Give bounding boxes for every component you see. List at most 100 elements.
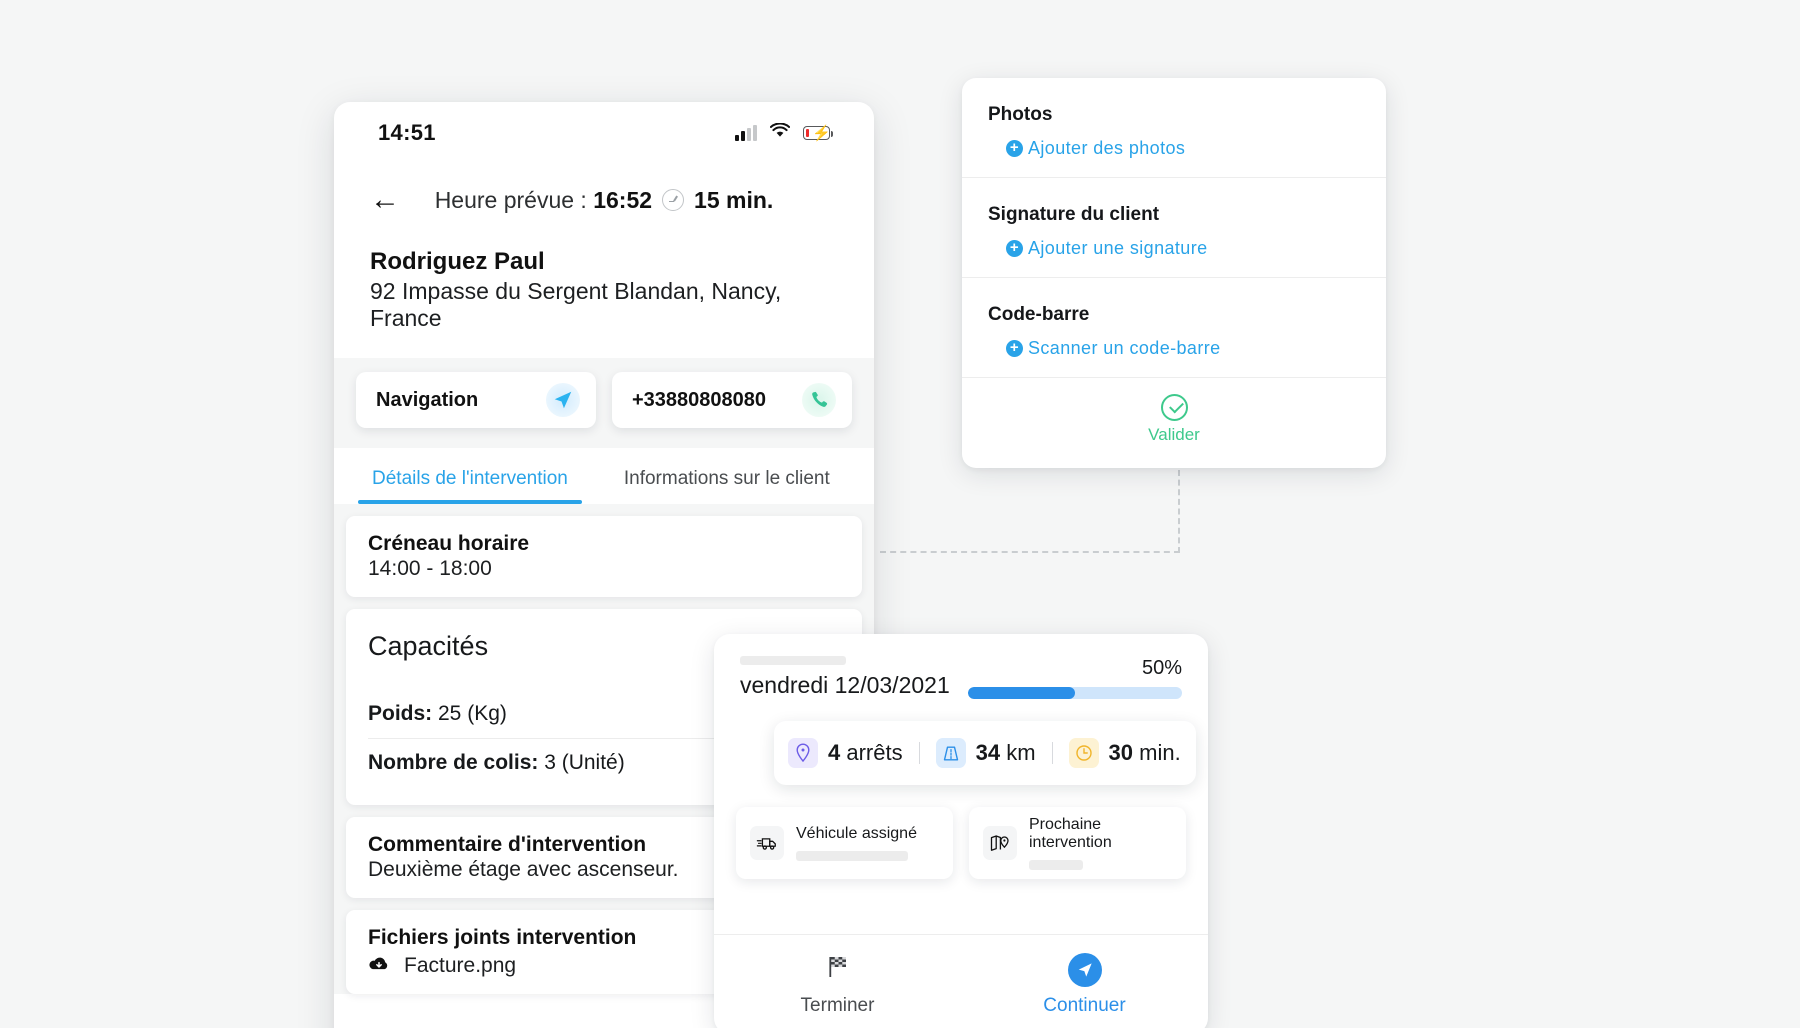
attachment-file-name: Facture.png bbox=[404, 954, 517, 977]
scan-barcode-button[interactable]: + Scanner un code-barre bbox=[1006, 338, 1360, 359]
status-bar-icons: ⚡ bbox=[735, 122, 834, 143]
stat-distance: 34 km bbox=[935, 738, 1036, 768]
placeholder-bar bbox=[1029, 860, 1084, 870]
next-intervention-label: Prochaine intervention bbox=[1029, 816, 1112, 851]
road-icon bbox=[935, 738, 966, 768]
validate-label: Valider bbox=[1148, 425, 1200, 444]
battery-charging-icon: ⚡ bbox=[803, 125, 834, 142]
eta-label: Heure prévue : 16:52 bbox=[435, 187, 652, 214]
time-slot-value: 14:00 - 18:00 bbox=[368, 557, 492, 580]
progress-bar bbox=[967, 687, 1182, 699]
assigned-vehicle-label: Véhicule assigné bbox=[796, 825, 917, 842]
route-header: vendredi 12/03/2021 50% bbox=[714, 634, 1208, 699]
assigned-vehicle-card[interactable]: Véhicule assigné bbox=[736, 807, 953, 879]
tab-active-underline bbox=[358, 500, 582, 504]
validate-button[interactable]: Valider bbox=[962, 377, 1386, 461]
scan-barcode-label: Scanner un code-barre bbox=[1028, 338, 1221, 358]
stat-duration-value: 30 bbox=[1108, 740, 1134, 765]
stat-distance-value: 34 bbox=[975, 740, 1001, 765]
phone-number-label: +33880808080 bbox=[632, 388, 767, 411]
map-pin-icon bbox=[788, 738, 818, 768]
checkered-flag-icon bbox=[823, 952, 853, 987]
stat-stops-value: 4 bbox=[828, 740, 841, 765]
route-summary-card: vendredi 12/03/2021 50% 4 arrêts 34 km 3… bbox=[714, 634, 1208, 1028]
connector-line-horizontal bbox=[880, 551, 1180, 553]
plus-circle-icon: + bbox=[1006, 240, 1023, 257]
app-header: ← Heure prévue : 16:52 15 min. bbox=[334, 164, 874, 236]
capacity-parcels-value: 3 (Unité) bbox=[538, 751, 625, 774]
stat-duration-unit: min. bbox=[1133, 740, 1181, 765]
proof-of-delivery-card: Photos + Ajouter des photos Signature du… bbox=[962, 78, 1386, 468]
add-photos-label: Ajouter des photos bbox=[1028, 138, 1186, 158]
signature-title: Signature du client bbox=[988, 204, 1160, 225]
eta-time: 16:52 bbox=[593, 186, 653, 213]
truck-icon bbox=[750, 826, 784, 860]
signal-bars-icon bbox=[735, 124, 757, 141]
next-intervention-card[interactable]: Prochaine intervention bbox=[969, 807, 1186, 879]
continue-label: Continuer bbox=[1043, 994, 1126, 1016]
stat-stops-unit: arrêts bbox=[840, 740, 903, 765]
eta-prefix: Heure prévue : bbox=[434, 186, 594, 213]
route-sub-cards: Véhicule assigné Prochaine intervention bbox=[714, 785, 1208, 879]
stat-distance-text: 34 km bbox=[976, 740, 1036, 766]
stat-stops: 4 arrêts bbox=[788, 738, 903, 768]
capacity-parcels-label: Nombre de colis: bbox=[368, 751, 539, 774]
customer-address: 92 Impasse du Sergent Blandan, Nancy, Fr… bbox=[370, 278, 782, 331]
divider bbox=[918, 742, 920, 764]
phone-icon bbox=[802, 383, 836, 417]
finish-label: Terminer bbox=[800, 995, 875, 1016]
plus-circle-icon: + bbox=[1006, 140, 1023, 157]
placeholder-bar bbox=[796, 851, 908, 861]
action-buttons-strip: Navigation +33880808080 bbox=[334, 358, 874, 448]
navigation-arrow-icon bbox=[1067, 952, 1102, 987]
wifi-icon bbox=[769, 122, 791, 143]
add-photos-button[interactable]: + Ajouter des photos bbox=[1006, 138, 1360, 159]
time-slot-title: Créneau horaire bbox=[368, 532, 530, 555]
route-date: vendredi 12/03/2021 bbox=[740, 672, 950, 698]
status-bar: 14:51 ⚡ bbox=[334, 102, 874, 164]
stat-stops-text: 4 arrêts bbox=[828, 740, 903, 766]
route-stats-bar: 4 arrêts 34 km 30 min. bbox=[774, 721, 1196, 785]
navigation-button[interactable]: Navigation bbox=[356, 372, 596, 428]
route-date-block: vendredi 12/03/2021 bbox=[740, 656, 950, 699]
finish-button[interactable]: Terminer bbox=[714, 952, 961, 1017]
route-bottom-bar: Terminer Continuer bbox=[714, 934, 1208, 1028]
next-intervention-body: Prochaine intervention bbox=[1029, 816, 1172, 870]
tab-bar: Détails de l'intervention Informations s… bbox=[334, 448, 874, 504]
stat-duration: 30 min. bbox=[1068, 738, 1181, 768]
check-circle-icon bbox=[1160, 394, 1188, 421]
clock-icon bbox=[662, 189, 685, 211]
progress-percent-label: 50% bbox=[1141, 657, 1182, 679]
navigation-arrow-icon bbox=[546, 383, 580, 417]
map-pin-flag-icon bbox=[983, 826, 1017, 860]
add-signature-label: Ajouter une signature bbox=[1028, 238, 1208, 258]
screenshot-stage: 14:51 ⚡ ← Heure prévue: 16:52 15 min. R… bbox=[0, 0, 1800, 1028]
assigned-vehicle-body: Véhicule assigné bbox=[796, 825, 939, 861]
tab-client-information-label: Informations sur le client bbox=[623, 468, 830, 489]
tab-intervention-details[interactable]: Détails de l'intervention bbox=[358, 448, 582, 504]
card-time-slot: Créneau horaire 14:00 - 18:00 bbox=[346, 516, 862, 597]
navigation-button-label: Navigation bbox=[376, 388, 479, 411]
divider bbox=[1051, 742, 1053, 764]
stat-duration-text: 30 min. bbox=[1109, 740, 1181, 766]
back-arrow-icon[interactable]: ← bbox=[370, 185, 404, 215]
clock-icon bbox=[1068, 738, 1099, 768]
tab-client-information[interactable]: Informations sur le client bbox=[622, 448, 832, 504]
stat-distance-unit: km bbox=[1000, 740, 1036, 765]
cloud-download-icon bbox=[368, 955, 390, 978]
status-bar-clock: 14:51 bbox=[378, 120, 436, 145]
photos-title: Photos bbox=[988, 104, 1053, 125]
customer-name: Rodriguez Paul bbox=[370, 248, 545, 275]
placeholder-bar bbox=[740, 656, 846, 665]
section-signature: Signature du client + Ajouter une signat… bbox=[962, 177, 1386, 277]
tab-intervention-details-label: Détails de l'intervention bbox=[372, 468, 568, 489]
capacity-weight-label: Poids: bbox=[368, 702, 433, 725]
route-progress-block: 50% bbox=[967, 657, 1182, 699]
section-barcode: Code-barre + Scanner un code-barre bbox=[962, 277, 1386, 377]
phone-call-button[interactable]: +33880808080 bbox=[612, 372, 852, 428]
continue-button[interactable]: Continuer bbox=[961, 952, 1208, 1017]
connector-line-vertical bbox=[1178, 470, 1180, 553]
capacity-weight-value: 25 (Kg) bbox=[432, 702, 507, 725]
eta-group: Heure prévue : 16:52 15 min. bbox=[422, 187, 786, 214]
add-signature-button[interactable]: + Ajouter une signature bbox=[1006, 238, 1360, 259]
